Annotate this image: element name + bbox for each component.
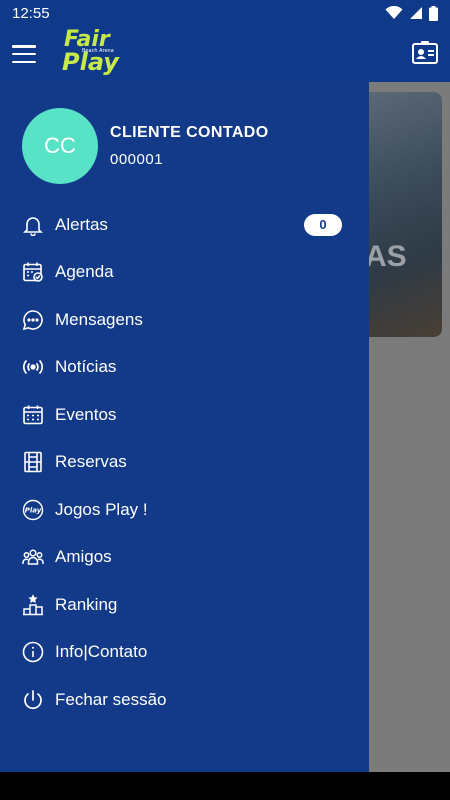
status-icons: [385, 5, 438, 21]
menu-item-jogos-play[interactable]: Play Jogos Play !: [0, 486, 369, 534]
menu-label: Alertas: [55, 214, 108, 234]
menu-label: Mensagens: [55, 309, 143, 329]
play-badge-icon: Play: [22, 499, 44, 521]
menu-item-alertas[interactable]: Alertas 0: [0, 201, 369, 249]
menu-item-eventos[interactable]: Eventos: [0, 391, 369, 439]
calendar-grid-icon: [22, 404, 44, 426]
menu-item-agenda[interactable]: Agenda: [0, 249, 369, 297]
menu-label: Amigos: [55, 547, 112, 567]
menu-item-info-contato[interactable]: Info|Contato: [0, 629, 369, 677]
menu-item-ranking[interactable]: Ranking: [0, 581, 369, 629]
menu-label: Ranking: [55, 594, 118, 614]
bell-icon: [22, 214, 44, 236]
menu-item-mensagens[interactable]: Mensagens: [0, 296, 369, 344]
svg-text:Play: Play: [25, 506, 42, 514]
profile-header[interactable]: CC CLIENTE CONTADO 000001: [0, 82, 369, 184]
court-icon: [22, 451, 44, 473]
contact-card-icon: [412, 40, 438, 64]
menu-label: Reservas: [55, 452, 127, 472]
status-bar: 12:55: [0, 0, 450, 26]
menu-item-noticias[interactable]: Notícias: [0, 344, 369, 392]
menu-label: Fechar sessão: [55, 689, 167, 709]
profile-id: 000001: [110, 151, 164, 168]
menu-item-amigos[interactable]: Amigos: [0, 534, 369, 582]
banner-text: AS: [365, 240, 407, 273]
avatar: CC: [22, 108, 98, 184]
signal-icon: [410, 7, 422, 19]
navigation-drawer: CC CLIENTE CONTADO 000001 Alertas 0 Agen…: [0, 82, 369, 772]
menu-item-reservas[interactable]: Reservas: [0, 439, 369, 487]
menu-label: Notícias: [55, 357, 117, 377]
profile-name: CLIENTE CONTADO: [110, 124, 269, 141]
menu-label: Eventos: [55, 404, 117, 424]
fair-play-logo: Fair Play Beach Arena: [62, 27, 119, 76]
menu-item-fechar-sessao[interactable]: Fechar sessão: [0, 676, 369, 724]
system-nav-bar: [0, 772, 450, 800]
broadcast-icon: [22, 356, 44, 378]
app-bar: Fair Play Beach Arena: [0, 26, 450, 82]
menu-label: Jogos Play !: [55, 499, 148, 519]
battery-icon: [429, 5, 438, 21]
alert-count-badge: 0: [304, 213, 342, 236]
menu-label: Info|Contato: [55, 642, 148, 662]
status-time: 12:55: [12, 4, 50, 22]
calendar-check-icon: [22, 261, 44, 283]
chat-bubble-icon: [22, 309, 44, 331]
wifi-icon: [385, 6, 403, 19]
info-icon: [22, 641, 44, 663]
drawer-menu: Alertas 0 Agenda Mensagens Notícias Even…: [0, 201, 369, 724]
power-icon: [22, 689, 44, 711]
menu-icon[interactable]: [12, 45, 36, 63]
menu-label: Agenda: [55, 262, 114, 282]
contact-card-button[interactable]: [412, 40, 438, 69]
people-icon: [22, 546, 44, 568]
podium-icon: [22, 593, 44, 616]
